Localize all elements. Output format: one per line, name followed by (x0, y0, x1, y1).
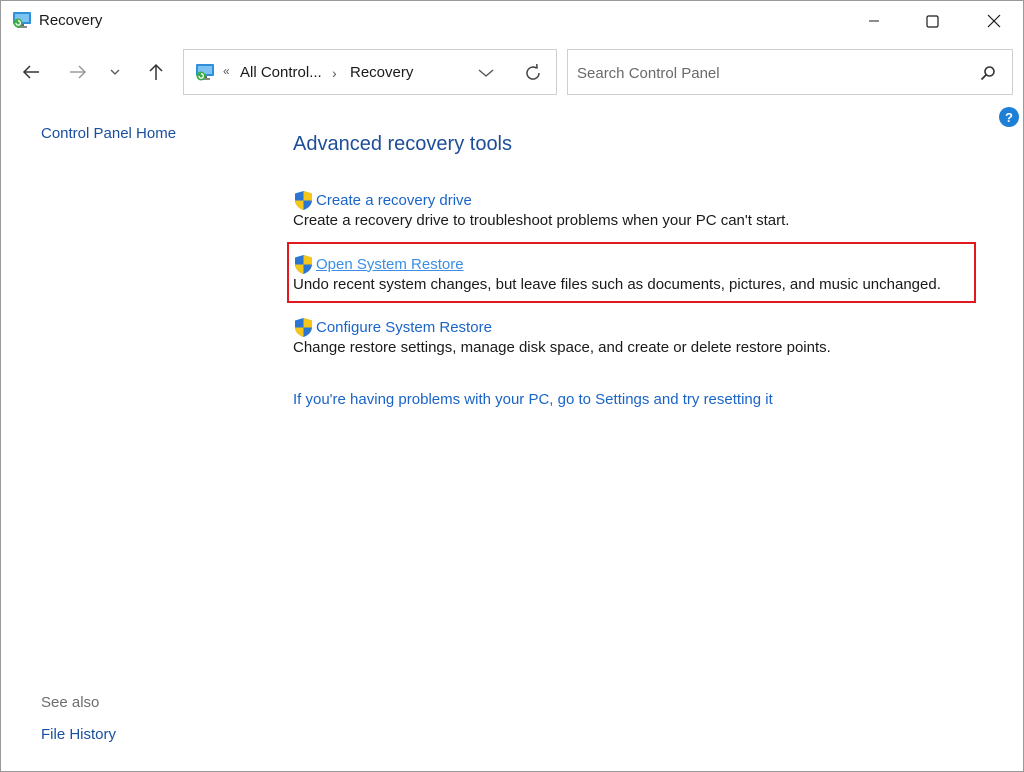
task-configure-system-restore: Configure System Restore Change restore … (293, 316, 831, 356)
recovery-location-icon (196, 64, 214, 81)
recovery-window: Recovery « All Control... › Recovery Sea… (0, 0, 1024, 772)
uac-shield-icon (295, 190, 312, 210)
arrow-up-icon (149, 63, 163, 80)
uac-shield-icon (295, 254, 312, 274)
refresh-button[interactable] (520, 61, 546, 85)
configure-system-restore-description: Change restore settings, manage disk spa… (293, 339, 831, 356)
recent-locations-button[interactable] (103, 57, 127, 87)
arrow-left-icon (22, 65, 39, 79)
address-history-button[interactable] (474, 62, 498, 84)
task-create-recovery-drive: Create a recovery drive Create a recover… (293, 189, 789, 229)
maximize-button[interactable] (901, 1, 963, 41)
up-button[interactable] (141, 57, 171, 87)
close-button[interactable] (963, 1, 1024, 41)
create-recovery-drive-link[interactable]: Create a recovery drive (316, 192, 472, 209)
task-open-system-restore: Open System Restore Undo recent system c… (293, 253, 941, 293)
breadcrumb-recovery[interactable]: Recovery (350, 64, 413, 81)
maximize-icon (925, 14, 939, 28)
address-bar[interactable]: « All Control... › Recovery (183, 49, 557, 95)
close-icon (987, 14, 1001, 28)
create-recovery-drive-description: Create a recovery drive to troubleshoot … (293, 212, 790, 229)
reset-pc-settings-link[interactable]: If you're having problems with your PC, … (293, 391, 773, 408)
back-button[interactable] (16, 57, 46, 87)
open-system-restore-link[interactable]: Open System Restore (316, 256, 464, 273)
forward-button[interactable] (63, 57, 93, 87)
chevron-down-icon (110, 69, 120, 75)
window-title: Recovery (39, 12, 103, 29)
recovery-app-icon (13, 12, 31, 28)
arrow-right-icon (70, 65, 87, 79)
breadcrumb-separator[interactable]: › (332, 65, 337, 81)
search-input[interactable] (577, 62, 967, 84)
help-button[interactable]: ? (999, 107, 1019, 127)
file-history-link[interactable]: File History (41, 726, 116, 743)
title-bar[interactable]: Recovery (1, 1, 1023, 43)
page-heading: Advanced recovery tools (293, 133, 513, 155)
breadcrumb-all-control-panel[interactable]: All Control... (240, 64, 322, 81)
refresh-icon (526, 63, 540, 80)
uac-shield-icon (295, 317, 312, 337)
open-system-restore-description: Undo recent system changes, but leave fi… (293, 276, 941, 293)
search-icon (980, 66, 995, 81)
search-box[interactable] (567, 49, 1013, 95)
search-button[interactable] (978, 63, 998, 83)
control-panel-home-link[interactable]: Control Panel Home (41, 125, 176, 142)
minimize-icon (869, 20, 879, 22)
see-also-label: See also (41, 694, 100, 711)
chevron-down-icon (478, 69, 494, 77)
configure-system-restore-link[interactable]: Configure System Restore (316, 319, 492, 336)
navigation-bar: « All Control... › Recovery (1, 43, 1023, 101)
minimize-button[interactable] (843, 1, 905, 41)
address-overflow-chevron[interactable]: « (223, 64, 230, 78)
